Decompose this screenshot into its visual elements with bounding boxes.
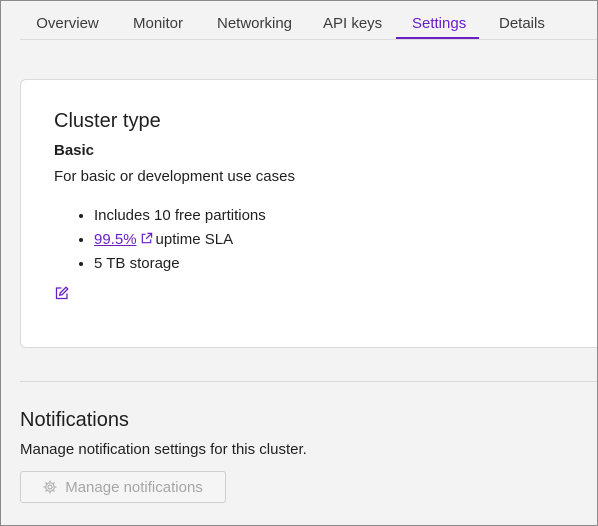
- notifications-description: Manage notification settings for this cl…: [20, 441, 307, 458]
- list-item: 5 TB storage: [94, 252, 266, 276]
- tab-details[interactable]: Details: [483, 1, 556, 39]
- list-item: Includes 10 free partitions: [94, 204, 266, 228]
- section-divider: [20, 381, 597, 382]
- gear-icon: [43, 480, 57, 494]
- external-link-icon[interactable]: [140, 232, 153, 245]
- manage-notifications-label: Manage notifications: [65, 478, 203, 496]
- tab-monitor[interactable]: Monitor: [115, 1, 201, 39]
- list-item: 99.5% uptime SLA: [94, 228, 266, 252]
- tab-settings[interactable]: Settings: [396, 1, 479, 39]
- cluster-type-name: Basic: [54, 142, 95, 159]
- feature-list: Includes 10 free partitions 99.5% uptime …: [54, 204, 266, 276]
- edit-icon[interactable]: [55, 286, 69, 300]
- cluster-type-description: For basic or development use cases: [54, 168, 295, 185]
- tab-bar: Overview Monitor Networking API keys Set…: [20, 1, 597, 40]
- feature-partitions: Includes 10 free partitions: [94, 207, 266, 224]
- cluster-type-card: Cluster type Basic For basic or developm…: [20, 79, 597, 348]
- tab-networking[interactable]: Networking: [201, 1, 304, 39]
- tab-overview[interactable]: Overview: [20, 1, 115, 39]
- tab-api-keys[interactable]: API keys: [307, 1, 395, 39]
- feature-sla: uptime SLA: [155, 231, 234, 248]
- sla-link[interactable]: 99.5%: [94, 231, 137, 248]
- notifications-heading: Notifications: [20, 409, 129, 431]
- cluster-type-heading: Cluster type: [54, 110, 161, 132]
- manage-notifications-button[interactable]: Manage notifications: [20, 471, 226, 503]
- feature-storage: 5 TB storage: [94, 255, 180, 272]
- app-window: Overview Monitor Networking API keys Set…: [0, 0, 598, 526]
